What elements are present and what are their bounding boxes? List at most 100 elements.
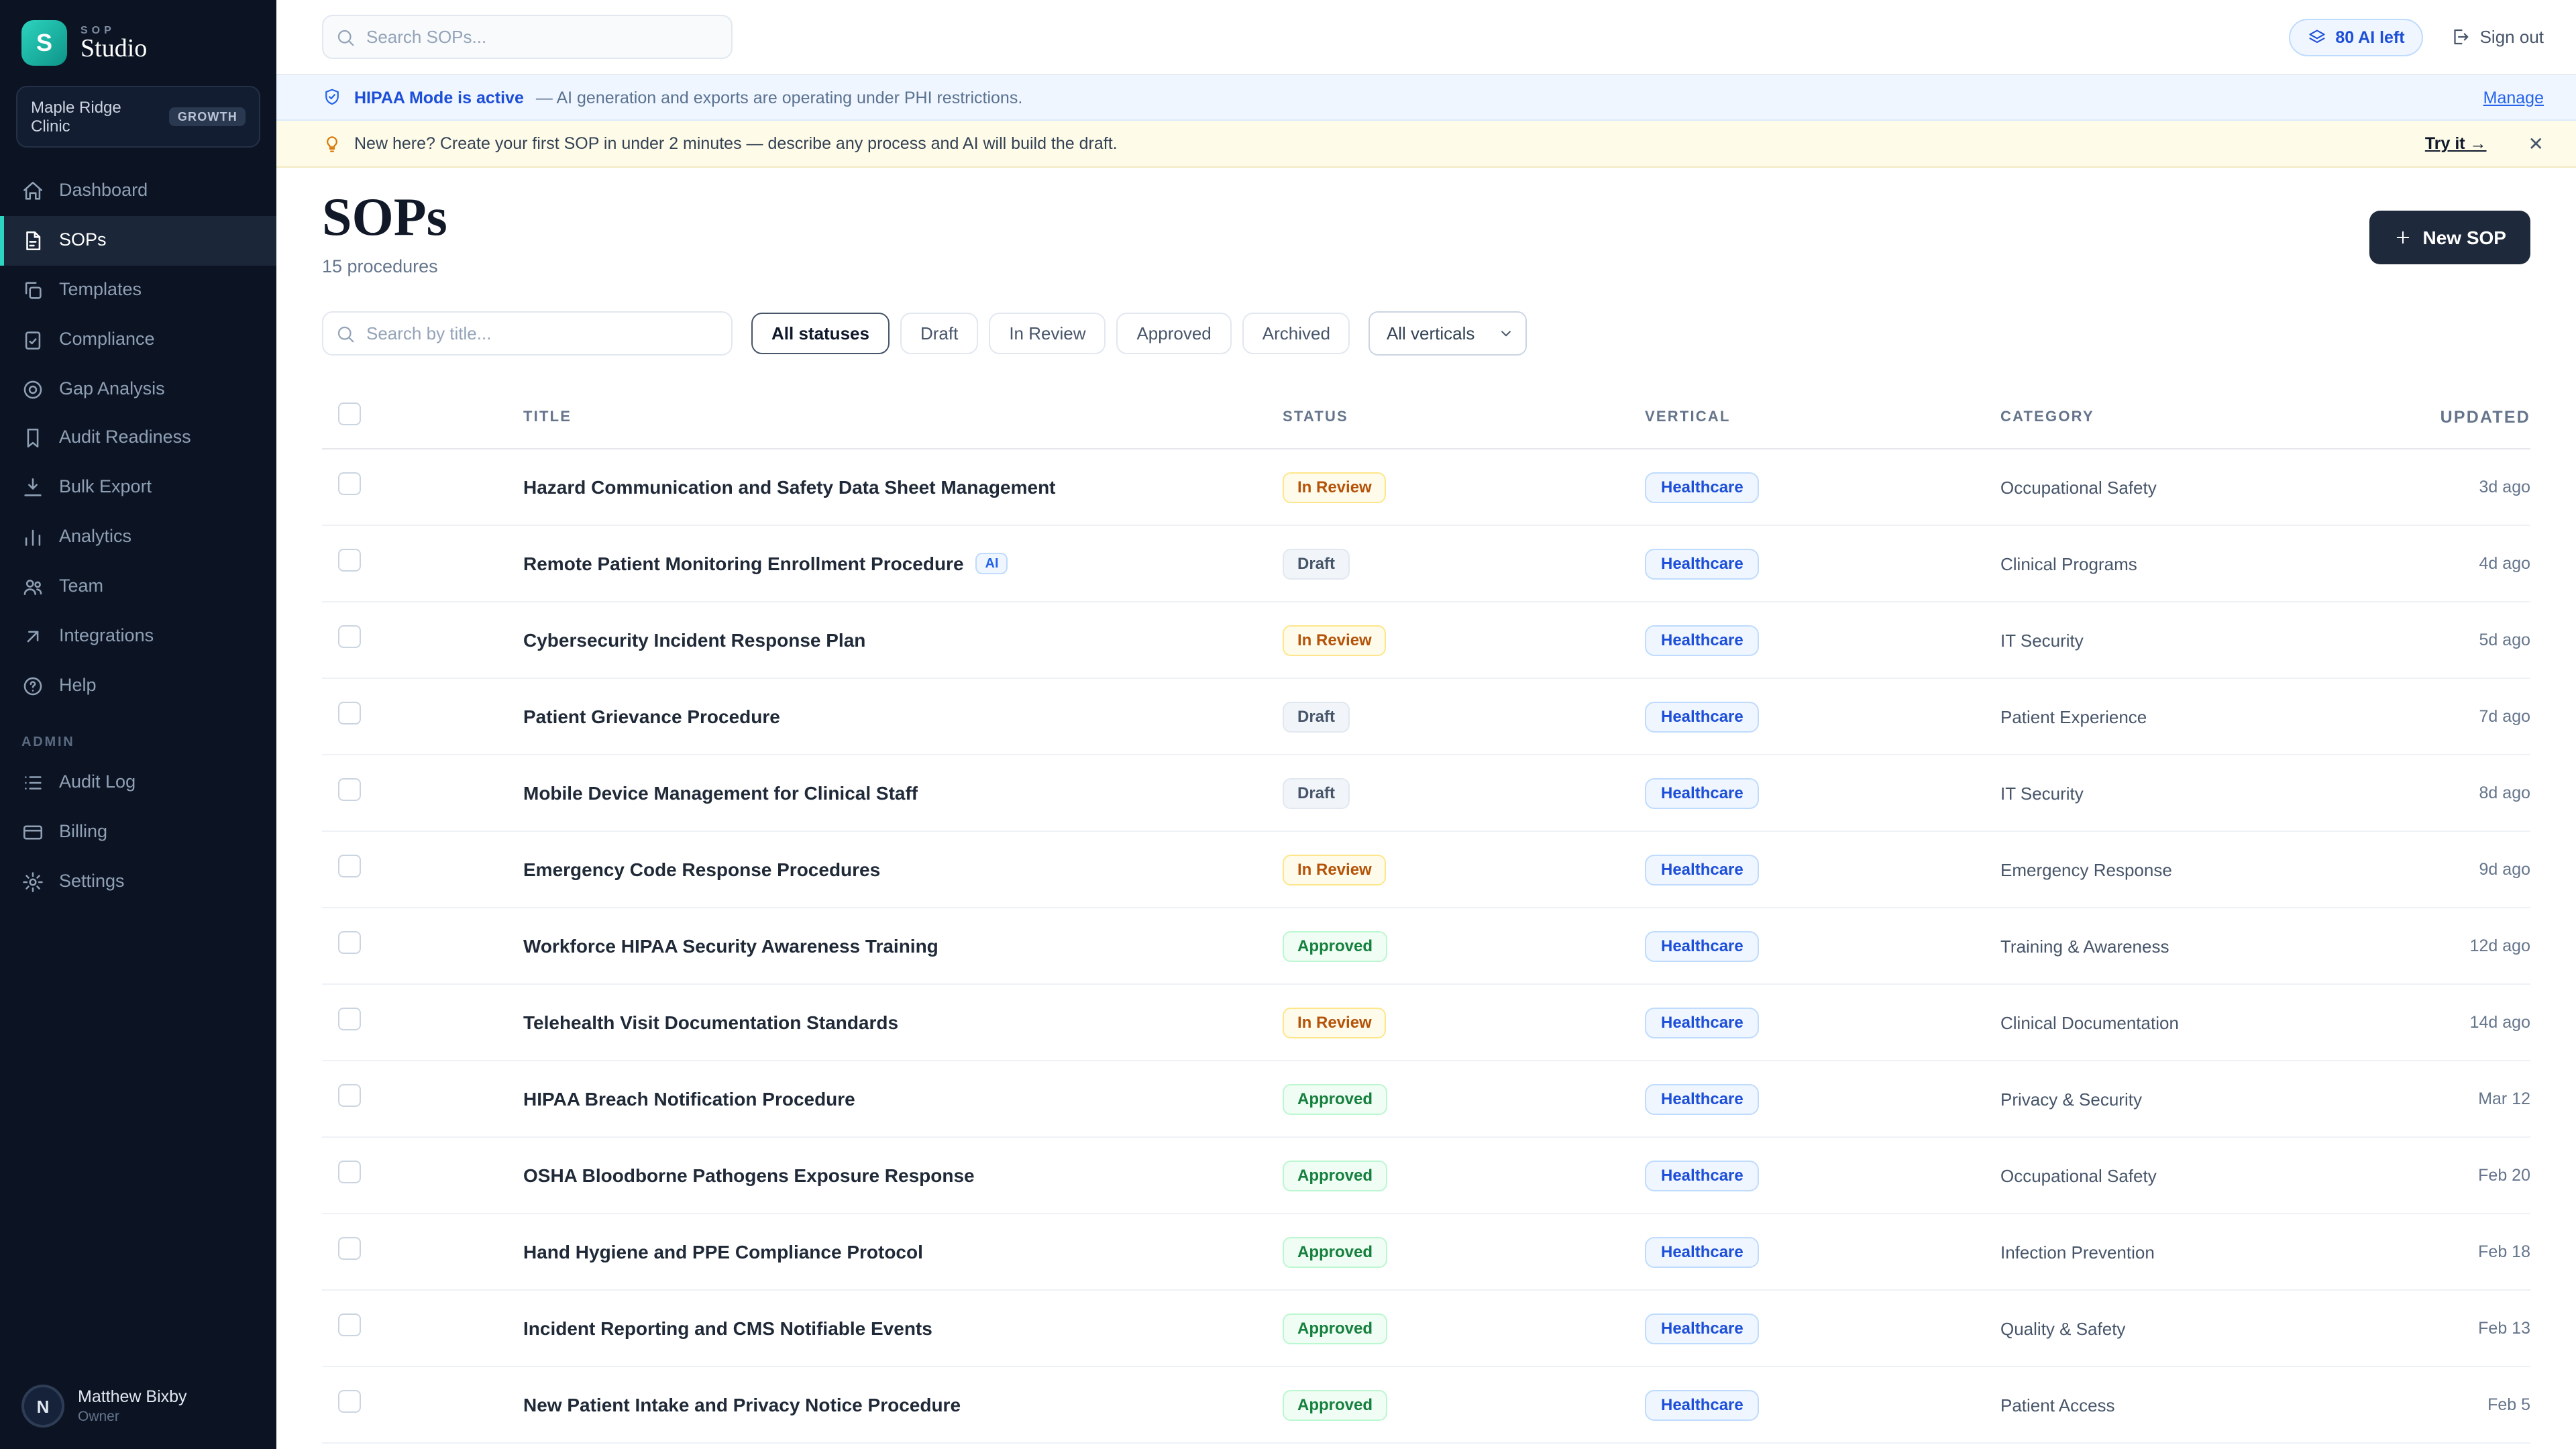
help-icon xyxy=(21,675,44,698)
table-row[interactable]: Mobile Device Management for Clinical St… xyxy=(322,755,2530,832)
sidebar-admin-nav: Audit Log Billing Settings xyxy=(0,758,276,906)
user-menu[interactable]: N Matthew Bixby Owner xyxy=(0,1366,276,1449)
category-text: Privacy & Security xyxy=(2000,1089,2142,1109)
sidebar-item-team[interactable]: Team xyxy=(0,562,276,612)
sop-title-link[interactable]: Mobile Device Management for Clinical St… xyxy=(523,782,918,804)
sop-title-link[interactable]: Emergency Code Response Procedures xyxy=(523,859,880,880)
sidebar-item-analytics[interactable]: Analytics xyxy=(0,513,276,562)
avatar: N xyxy=(21,1385,64,1428)
logout-icon xyxy=(2451,27,2471,47)
table-row[interactable]: Workforce HIPAA Security Awareness Train… xyxy=(322,908,2530,985)
sop-title-link[interactable]: Hazard Communication and Safety Data She… xyxy=(523,476,1056,498)
row-checkbox[interactable] xyxy=(338,625,361,648)
table-row[interactable]: HIPAA Breach Notification Procedure Appr… xyxy=(322,1061,2530,1138)
table-row[interactable]: Incident Reporting and CMS Notifiable Ev… xyxy=(322,1291,2530,1367)
sop-title-link[interactable]: Cybersecurity Incident Response Plan xyxy=(523,629,865,651)
status-filter-archived[interactable]: Archived xyxy=(1242,313,1350,354)
ai-credits-badge[interactable]: 80 AI left xyxy=(2288,18,2424,56)
user-name: Matthew Bixby xyxy=(78,1387,187,1407)
updated-text: 3d ago xyxy=(2479,478,2530,496)
verticals-select[interactable]: All verticals xyxy=(1368,311,1527,356)
sidebar-item-integrations[interactable]: Integrations xyxy=(0,612,276,661)
row-checkbox[interactable] xyxy=(338,1084,361,1107)
updated-text: 5d ago xyxy=(2479,631,2530,649)
table-row[interactable]: New Patient Intake and Privacy Notice Pr… xyxy=(322,1367,2530,1444)
row-checkbox[interactable] xyxy=(338,931,361,954)
table-row[interactable]: Hazard Communication and Safety Data She… xyxy=(322,449,2530,526)
updated-text: Feb 18 xyxy=(2478,1242,2530,1261)
new-sop-button[interactable]: New SOP xyxy=(2369,211,2530,264)
ai-credits-label: 80 AI left xyxy=(2335,28,2405,46)
tip-banner: New here? Create your first SOP in under… xyxy=(276,121,2576,168)
row-checkbox[interactable] xyxy=(338,549,361,572)
column-header-updated: UPDATED xyxy=(2440,407,2530,426)
sop-title-link[interactable]: Patient Grievance Procedure xyxy=(523,706,780,727)
sidebar-item-help[interactable]: Help xyxy=(0,661,276,711)
vertical-badge: Healthcare xyxy=(1645,701,1760,732)
sidebar-item-settings[interactable]: Settings xyxy=(0,857,276,906)
status-filter-all-statuses[interactable]: All statuses xyxy=(751,313,890,354)
sidebar-item-billing[interactable]: Billing xyxy=(0,807,276,857)
sop-title-link[interactable]: HIPAA Breach Notification Procedure xyxy=(523,1088,855,1110)
category-text: Clinical Documentation xyxy=(2000,1012,2179,1032)
status-badge: In Review xyxy=(1283,625,1387,655)
status-filter-in-review[interactable]: In Review xyxy=(989,313,1106,354)
updated-text: 4d ago xyxy=(2479,554,2530,573)
title-search-input[interactable] xyxy=(322,311,733,356)
select-all-checkbox[interactable] xyxy=(338,402,361,425)
sidebar-item-audit-log[interactable]: Audit Log xyxy=(0,758,276,808)
row-checkbox[interactable] xyxy=(338,1008,361,1030)
category-text: Clinical Programs xyxy=(2000,553,2137,574)
topbar: 80 AI left Sign out xyxy=(276,0,2576,75)
row-checkbox[interactable] xyxy=(338,778,361,801)
status-badge: Approved xyxy=(1283,1083,1388,1114)
table-row[interactable]: Remote Patient Monitoring Enrollment Pro… xyxy=(322,526,2530,602)
workspace-selector[interactable]: Maple Ridge Clinic GROWTH xyxy=(16,86,260,148)
sop-title-link[interactable]: Remote Patient Monitoring Enrollment Pro… xyxy=(523,553,964,574)
category-text: Occupational Safety xyxy=(2000,1165,2157,1185)
sidebar-item-dashboard[interactable]: Dashboard xyxy=(0,166,276,216)
table-row[interactable]: OSHA Bloodborne Pathogens Exposure Respo… xyxy=(322,1138,2530,1214)
sidebar-item-gap-analysis[interactable]: Gap Analysis xyxy=(0,364,276,414)
sidebar-item-templates[interactable]: Templates xyxy=(0,266,276,315)
layers-icon xyxy=(2307,28,2326,46)
global-search-input[interactable] xyxy=(322,15,733,59)
row-checkbox[interactable] xyxy=(338,1237,361,1260)
row-checkbox[interactable] xyxy=(338,702,361,724)
vertical-badge: Healthcare xyxy=(1645,1236,1760,1267)
card-icon xyxy=(21,820,44,843)
brand-name-label: Studio xyxy=(80,34,148,63)
table-row[interactable]: Emergency Code Response Procedures In Re… xyxy=(322,832,2530,908)
row-checkbox[interactable] xyxy=(338,855,361,877)
filter-bar: All statusesDraftIn ReviewApprovedArchiv… xyxy=(322,311,2530,356)
status-filter-approved[interactable]: Approved xyxy=(1116,313,1232,354)
row-checkbox[interactable] xyxy=(338,1390,361,1413)
sidebar-item-sops[interactable]: SOPs xyxy=(0,215,276,266)
column-header-vertical: VERTICAL xyxy=(1645,409,1731,425)
row-checkbox[interactable] xyxy=(338,472,361,495)
sign-out-button[interactable]: Sign out xyxy=(2451,27,2544,47)
sop-title-link[interactable]: Hand Hygiene and PPE Compliance Protocol xyxy=(523,1241,923,1263)
row-checkbox[interactable] xyxy=(338,1313,361,1336)
sidebar-item-audit-readiness[interactable]: Audit Readiness xyxy=(0,414,276,464)
row-checkbox[interactable] xyxy=(338,1161,361,1183)
sop-title-link[interactable]: Workforce HIPAA Security Awareness Train… xyxy=(523,935,938,957)
sop-title-link[interactable]: Incident Reporting and CMS Notifiable Ev… xyxy=(523,1318,932,1339)
status-badge: Draft xyxy=(1283,548,1350,579)
status-filter-draft[interactable]: Draft xyxy=(900,313,979,354)
sop-title-link[interactable]: Telehealth Visit Documentation Standards xyxy=(523,1012,898,1033)
download-icon xyxy=(21,477,44,500)
sidebar-item-compliance[interactable]: Compliance xyxy=(0,315,276,364)
sop-title-link[interactable]: OSHA Bloodborne Pathogens Exposure Respo… xyxy=(523,1165,975,1186)
table-row[interactable]: Patient Grievance Procedure Draft Health… xyxy=(322,679,2530,755)
sidebar-item-bulk-export[interactable]: Bulk Export xyxy=(0,464,276,513)
close-icon[interactable]: ✕ xyxy=(2528,132,2544,155)
list-icon xyxy=(21,771,44,794)
table-body: Hazard Communication and Safety Data She… xyxy=(322,449,2530,1444)
manage-link[interactable]: Manage xyxy=(2483,88,2544,107)
table-row[interactable]: Telehealth Visit Documentation Standards… xyxy=(322,985,2530,1061)
table-row[interactable]: Hand Hygiene and PPE Compliance Protocol… xyxy=(322,1214,2530,1291)
try-it-link[interactable]: Try it → xyxy=(2425,134,2487,153)
sop-title-link[interactable]: New Patient Intake and Privacy Notice Pr… xyxy=(523,1394,961,1415)
table-row[interactable]: Cybersecurity Incident Response Plan In … xyxy=(322,602,2530,679)
